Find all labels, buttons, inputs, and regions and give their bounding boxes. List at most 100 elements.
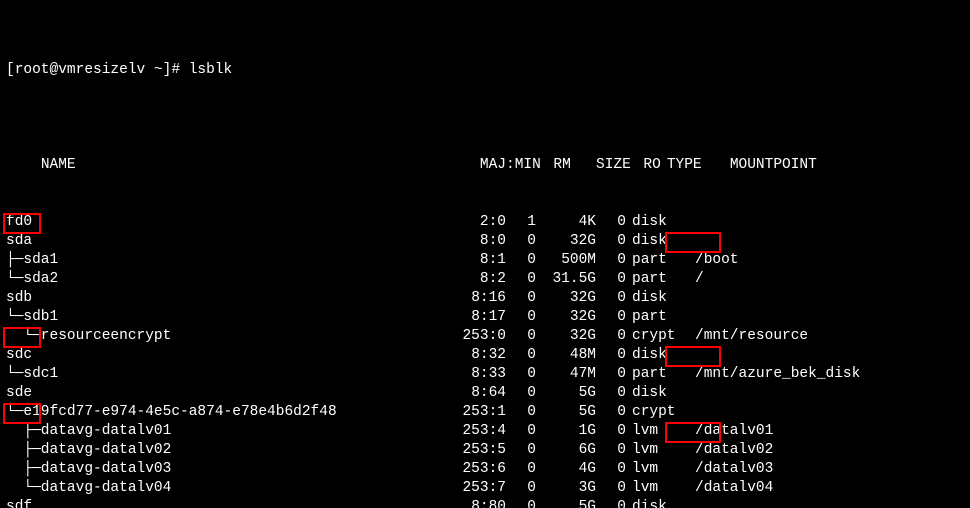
prompt-line: [root@vmresizelv ~]# lsblk [6, 61, 964, 80]
majmin: 8:80 [436, 498, 506, 508]
type: part [626, 365, 687, 384]
header-row: NAMEMAJ:MINRMSIZEROTYPEMOUNTPOINT [6, 137, 964, 156]
col-rm: RM [541, 156, 571, 175]
type: part [626, 270, 687, 289]
type: disk [626, 346, 687, 365]
rm: 0 [506, 270, 536, 289]
rm: 0 [506, 308, 536, 327]
majmin: 2:0 [436, 213, 506, 232]
output-row: sdf8:8005G0disk [6, 498, 964, 508]
majmin: 8:32 [436, 346, 506, 365]
mountpoint: / [687, 270, 704, 289]
rm: 0 [506, 232, 536, 251]
type: lvm [626, 422, 687, 441]
ro: 0 [596, 365, 626, 384]
col-type: TYPE [661, 156, 722, 175]
size: 47M [536, 365, 596, 384]
size: 3G [536, 479, 596, 498]
output-row: ├─datavg-datalv03253:604G0lvm/datalv03 [6, 460, 964, 479]
type: disk [626, 213, 687, 232]
ro: 0 [596, 270, 626, 289]
device-name: sda [6, 232, 436, 251]
majmin: 8:64 [436, 384, 506, 403]
output-row: sdc8:32048M0disk [6, 346, 964, 365]
type: disk [626, 384, 687, 403]
output-row: sdb8:16032G0disk [6, 289, 964, 308]
col-majmin: MAJ:MIN [471, 156, 541, 175]
mountpoint: /datalv01 [687, 422, 773, 441]
device-name: └─sdb1 [6, 308, 436, 327]
ro: 0 [596, 289, 626, 308]
ro: 0 [596, 213, 626, 232]
majmin: 253:0 [436, 327, 506, 346]
output-row: fd02:014K0disk [6, 213, 964, 232]
terminal[interactable]: [root@vmresizelv ~]# lsblk NAMEMAJ:MINRM… [0, 0, 970, 508]
rm: 1 [506, 213, 536, 232]
rm: 0 [506, 327, 536, 346]
size: 48M [536, 346, 596, 365]
device-name: └─resourceencrypt [6, 327, 436, 346]
type: disk [626, 289, 687, 308]
mountpoint: /datalv04 [687, 479, 773, 498]
type: crypt [626, 403, 687, 422]
type: part [626, 251, 687, 270]
size: 500M [536, 251, 596, 270]
ro: 0 [596, 479, 626, 498]
ro: 0 [596, 308, 626, 327]
size: 32G [536, 327, 596, 346]
mountpoint: /mnt/azure_bek_disk [687, 365, 860, 384]
device-name: ├─sda1 [6, 251, 436, 270]
size: 4G [536, 460, 596, 479]
device-name: fd0 [6, 213, 436, 232]
majmin: 8:17 [436, 308, 506, 327]
ro: 0 [596, 346, 626, 365]
type: crypt [626, 327, 687, 346]
majmin: 253:7 [436, 479, 506, 498]
output-row: └─datavg-datalv04253:703G0lvm/datalv04 [6, 479, 964, 498]
majmin: 8:33 [436, 365, 506, 384]
device-name: └─sdc1 [6, 365, 436, 384]
ro: 0 [596, 422, 626, 441]
rm: 0 [506, 422, 536, 441]
size: 5G [536, 384, 596, 403]
mountpoint: /datalv03 [687, 460, 773, 479]
type: lvm [626, 460, 687, 479]
rm: 0 [506, 346, 536, 365]
size: 4K [536, 213, 596, 232]
device-name: ├─datavg-datalv03 [6, 460, 436, 479]
rm: 0 [506, 289, 536, 308]
majmin: 8:0 [436, 232, 506, 251]
size: 31.5G [536, 270, 596, 289]
output-row: ├─datavg-datalv01253:401G0lvm/datalv01 [6, 422, 964, 441]
output-row: └─e19fcd77-e974-4e5c-a874-e78e4b6d2f4825… [6, 403, 964, 422]
ro: 0 [596, 403, 626, 422]
majmin: 8:1 [436, 251, 506, 270]
device-name: sdf [6, 498, 436, 508]
majmin: 253:5 [436, 441, 506, 460]
device-name: └─datavg-datalv04 [6, 479, 436, 498]
rm: 0 [506, 403, 536, 422]
majmin: 8:2 [436, 270, 506, 289]
size: 32G [536, 232, 596, 251]
majmin: 253:1 [436, 403, 506, 422]
rm: 0 [506, 498, 536, 508]
type: lvm [626, 479, 687, 498]
col-size: SIZE [571, 156, 631, 175]
output-row: ├─datavg-datalv02253:506G0lvm/datalv02 [6, 441, 964, 460]
rm: 0 [506, 460, 536, 479]
type: part [626, 308, 687, 327]
size: 32G [536, 308, 596, 327]
type: lvm [626, 441, 687, 460]
device-name: └─sda2 [6, 270, 436, 289]
output-row: └─sda28:2031.5G0part/ [6, 270, 964, 289]
rm: 0 [506, 441, 536, 460]
col-mount: MOUNTPOINT [722, 156, 817, 175]
ro: 0 [596, 498, 626, 508]
ro: 0 [596, 460, 626, 479]
size: 5G [536, 403, 596, 422]
rm: 0 [506, 384, 536, 403]
device-name: ├─datavg-datalv01 [6, 422, 436, 441]
mountpoint: /boot [687, 251, 739, 270]
output-row: ├─sda18:10500M0part/boot [6, 251, 964, 270]
col-name: NAME [41, 156, 471, 175]
